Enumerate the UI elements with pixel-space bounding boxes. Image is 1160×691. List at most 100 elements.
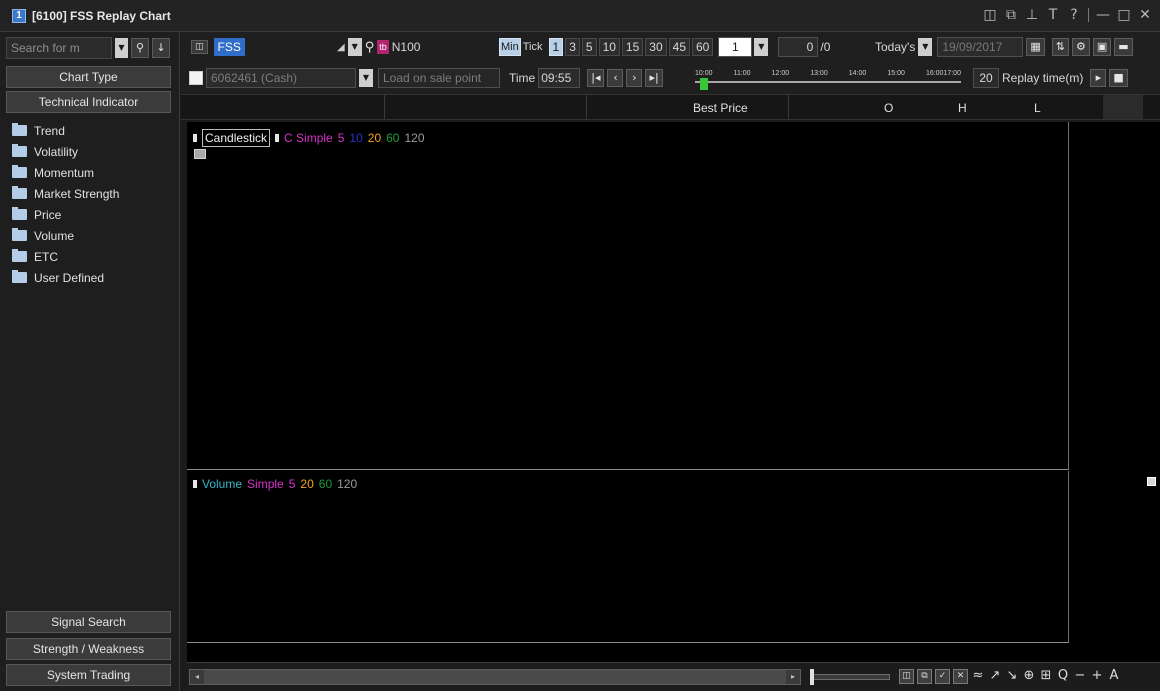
close-icon[interactable]: ✕ xyxy=(1138,7,1152,23)
tree-item-market-strength[interactable]: Market Strength xyxy=(12,183,119,204)
header-filler xyxy=(1103,95,1143,119)
ma-period-60: 60 xyxy=(386,131,400,145)
wave-tool-icon[interactable]: ≈ xyxy=(971,669,985,684)
pane-menu-icon[interactable] xyxy=(194,149,206,159)
date-input[interactable]: 19/09/2017 xyxy=(937,37,1024,57)
layout-icon[interactable]: ◫ xyxy=(191,40,208,54)
trendline-down-icon[interactable]: ↘ xyxy=(1005,669,1019,684)
zoom-out-icon[interactable]: − xyxy=(1073,669,1087,684)
chart-type-button[interactable]: Chart Type xyxy=(6,66,171,88)
step-back-icon[interactable]: ‹ xyxy=(607,69,624,87)
duplicate-icon[interactable]: ⧉ xyxy=(917,669,932,684)
zoom-in-icon[interactable]: + xyxy=(1090,669,1104,684)
search-dropdown-icon[interactable]: ▼ xyxy=(115,38,128,58)
tree-item-price[interactable]: Price xyxy=(12,204,119,225)
step-forward-icon[interactable]: › xyxy=(626,69,643,87)
pin-icon[interactable]: ⊥ xyxy=(1025,7,1039,23)
folder-open-icon[interactable]: ▬ xyxy=(1114,38,1133,56)
restore-layout-icon[interactable]: ◫ xyxy=(983,7,997,23)
gear-icon[interactable]: ⚙ xyxy=(1071,38,1090,56)
date-mode-dropdown-icon[interactable]: ▼ xyxy=(918,38,933,56)
technical-indicator-button[interactable]: Technical Indicator xyxy=(6,91,171,113)
system-trading-button[interactable]: System Trading xyxy=(6,664,171,686)
interval-45[interactable]: 45 xyxy=(668,38,690,56)
interval-dropdown-icon[interactable]: ▼ xyxy=(754,38,769,56)
volume-ma-label[interactable]: Simple xyxy=(247,477,284,491)
symbol-dropdown-icon[interactable]: ▼ xyxy=(347,38,362,56)
chart-settings-icon[interactable]: ⇅ xyxy=(1051,38,1069,56)
volume-label[interactable]: Volume xyxy=(202,477,242,491)
help-icon[interactable]: ? xyxy=(1067,7,1081,23)
minimize-icon[interactable]: — xyxy=(1096,7,1110,23)
tree-item-label: Volume xyxy=(34,228,75,243)
account-select[interactable]: 6062461 (Cash) xyxy=(206,68,356,88)
stop-icon[interactable]: ■ xyxy=(1109,69,1128,87)
interval-30[interactable]: 30 xyxy=(645,38,667,56)
indicator-search-input[interactable]: Search for m xyxy=(6,37,112,59)
account-dropdown-icon[interactable]: ▼ xyxy=(359,69,373,87)
skip-start-icon[interactable]: |◂ xyxy=(587,69,605,87)
open-header: O xyxy=(884,101,894,115)
date-mode-select[interactable]: Today's xyxy=(875,40,915,54)
interval-input[interactable]: 1 xyxy=(718,37,753,57)
scroll-right-icon[interactable]: ▸ xyxy=(786,670,800,684)
interval-15[interactable]: 15 xyxy=(621,38,644,56)
skip-end-icon[interactable]: ▸| xyxy=(645,69,663,87)
replay-timeline[interactable]: 10:00 11:00 12:00 13:00 14:00 15:00 16:0… xyxy=(695,70,961,90)
price-pane[interactable]: Candlestick C Simple 5 10 20 60 120 xyxy=(187,122,1069,470)
auto-scale-icon[interactable]: A xyxy=(1107,669,1121,684)
font-size-icon[interactable]: T xyxy=(1046,7,1060,23)
grid-icon[interactable]: ⊞ xyxy=(1039,669,1053,684)
tree-item-volume[interactable]: Volume xyxy=(12,225,119,246)
download-icon[interactable]: ↓ xyxy=(152,38,170,58)
tree-item-momentum[interactable]: Momentum xyxy=(12,162,119,183)
check-icon[interactable]: ✓ xyxy=(935,669,950,684)
tb-badge-icon[interactable]: tb xyxy=(377,40,389,54)
volume-pane[interactable]: Volume Simple 5 20 60 120 xyxy=(187,471,1069,643)
signal-search-button[interactable]: Signal Search xyxy=(6,611,171,633)
tick-toggle[interactable]: Tick xyxy=(523,41,543,53)
horizontal-scrollbar[interactable]: ◂ ▸ xyxy=(189,669,801,685)
account-checkbox[interactable] xyxy=(189,71,203,85)
copy-chart-icon[interactable]: ◫ xyxy=(899,669,914,684)
timeline-thumb[interactable] xyxy=(700,78,708,90)
link-window-icon[interactable]: ⧉ xyxy=(1004,7,1018,23)
timeline-label: 14:00 xyxy=(848,70,867,77)
save-icon[interactable]: ▣ xyxy=(1092,38,1112,56)
zoom-slider[interactable] xyxy=(812,674,890,680)
tree-item-trend[interactable]: Trend xyxy=(12,120,119,141)
load-on-sale-point-button[interactable]: Load on sale point xyxy=(378,68,500,88)
zoom-slider-thumb[interactable] xyxy=(810,669,814,685)
trendline-up-icon[interactable]: ↗ xyxy=(988,669,1002,684)
maximize-icon[interactable]: □ xyxy=(1117,7,1131,23)
min-toggle[interactable]: Min xyxy=(499,38,521,56)
drawing-tools: ◫ ⧉ ✓ ✕ ≈ ↗ ↘ ⊕ ⊞ Q − + A xyxy=(899,669,1121,684)
pane-maximize-icon[interactable] xyxy=(1147,477,1156,486)
ma-label[interactable]: C Simple xyxy=(284,131,333,145)
strength-weakness-button[interactable]: Strength / Weakness xyxy=(6,638,171,660)
tree-item-user-defined[interactable]: User Defined xyxy=(12,267,119,288)
calendar-icon[interactable]: ▦ xyxy=(1026,38,1045,56)
candlestick-label[interactable]: Candlestick xyxy=(202,129,271,147)
crosshair-icon[interactable]: ⊕ xyxy=(1022,669,1036,684)
price-axis[interactable] xyxy=(1070,122,1160,642)
time-input[interactable]: 09:55 xyxy=(538,68,581,88)
interval-10[interactable]: 10 xyxy=(598,38,620,56)
zoom-icon[interactable]: Q xyxy=(1056,669,1070,684)
chart-area[interactable]: Candlestick C Simple 5 10 20 60 120 Volu… xyxy=(187,122,1160,662)
interval-60[interactable]: 60 xyxy=(692,38,714,56)
tree-item-etc[interactable]: ETC xyxy=(12,246,119,267)
delete-drawing-icon[interactable]: ✕ xyxy=(953,669,968,684)
search-icon[interactable]: ⚲ xyxy=(131,38,149,58)
interval-3[interactable]: 3 xyxy=(565,38,580,56)
symbol-name[interactable]: FSS xyxy=(213,38,245,56)
interval-5[interactable]: 5 xyxy=(581,38,597,56)
count-input[interactable]: 0 xyxy=(778,37,819,57)
replay-time-input[interactable]: 20 xyxy=(973,68,999,88)
volume-ma-period-20: 20 xyxy=(300,477,314,491)
search-icon[interactable]: ⚲ xyxy=(365,40,375,55)
scroll-left-icon[interactable]: ◂ xyxy=(190,670,204,684)
play-icon[interactable]: ▸ xyxy=(1090,69,1107,87)
interval-1[interactable]: 1 xyxy=(548,38,564,56)
tree-item-volatility[interactable]: Volatility xyxy=(12,141,119,162)
